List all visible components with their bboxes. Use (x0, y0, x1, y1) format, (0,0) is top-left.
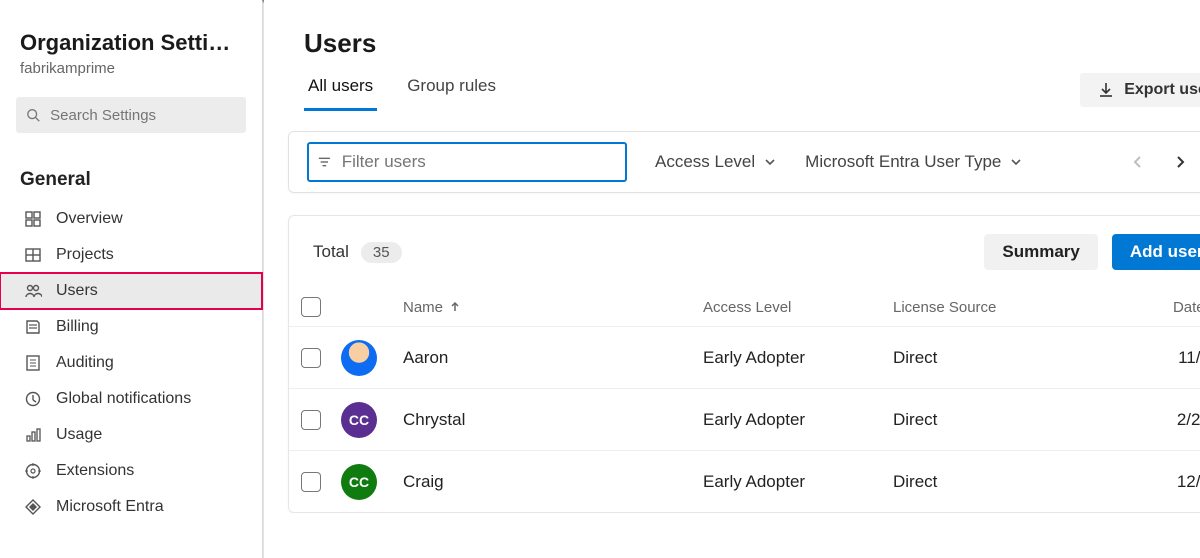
sidebar-item-label: Extensions (56, 462, 134, 480)
table-row[interactable]: Aaron Early Adopter Direct 11/22/20 (289, 326, 1200, 388)
sidebar-item-users[interactable]: Users (0, 273, 262, 309)
select-all-checkbox[interactable] (301, 297, 321, 317)
filter-users-input[interactable] (342, 152, 617, 172)
sidebar-item-microsoft-entra[interactable]: Microsoft Entra (0, 489, 262, 525)
user-access: Early Adopter (703, 410, 893, 430)
user-name: Aaron (403, 348, 703, 368)
avatar: CC (341, 464, 377, 500)
sidebar-title: Organization Settin… (20, 30, 242, 56)
page-title: Users (304, 28, 1200, 59)
row-checkbox[interactable] (301, 472, 321, 492)
user-access: Early Adopter (703, 472, 893, 492)
sidebar-nav: Overview Projects Users Billing Auditing… (0, 201, 262, 525)
column-date-added[interactable]: Date Adde (1083, 299, 1200, 316)
overview-icon (24, 210, 42, 228)
sidebar-item-label: Microsoft Entra (56, 498, 164, 516)
user-name: Chrystal (403, 410, 703, 430)
filter-entra-user-type[interactable]: Microsoft Entra User Type (805, 152, 1023, 172)
search-icon (26, 107, 40, 123)
filter-next-button[interactable] (1165, 147, 1195, 177)
row-checkbox[interactable] (301, 348, 321, 368)
filter-access-level[interactable]: Access Level (655, 152, 777, 172)
total-label: Total (313, 242, 349, 262)
usage-icon (24, 426, 42, 444)
user-license: Direct (893, 348, 1083, 368)
filter-access-level-label: Access Level (655, 152, 755, 172)
filter-icon (317, 154, 332, 170)
sidebar-item-label: Overview (56, 210, 123, 228)
sidebar-item-label: Billing (56, 318, 99, 336)
main-content: Users All users Group rules Export users (264, 0, 1200, 513)
users-grid-card: Total 35 Summary Add users Name A (288, 215, 1200, 513)
sidebar-subtitle: fabrikamprime (20, 60, 242, 77)
sidebar-item-label: Users (56, 282, 98, 300)
entra-icon (24, 498, 42, 516)
user-date: 11/22/20 (1083, 348, 1200, 368)
avatar (341, 340, 377, 376)
sidebar-item-global-notifications[interactable]: Global notifications (0, 381, 262, 417)
row-checkbox[interactable] (301, 410, 321, 430)
chevron-right-icon (1171, 153, 1189, 171)
summary-button[interactable]: Summary (984, 234, 1097, 270)
chevron-down-icon (763, 155, 777, 169)
sidebar-item-projects[interactable]: Projects (0, 237, 262, 273)
user-date: 12/8/202 (1083, 472, 1200, 492)
projects-icon (24, 246, 42, 264)
column-license-source[interactable]: License Source (893, 299, 1083, 316)
sidebar-item-label: Usage (56, 426, 102, 444)
chevron-left-icon (1129, 153, 1147, 171)
user-access: Early Adopter (703, 348, 893, 368)
total-count: 35 (361, 242, 402, 263)
user-license: Direct (893, 410, 1083, 430)
billing-icon (24, 318, 42, 336)
search-settings-input[interactable] (50, 107, 236, 124)
notifications-icon (24, 390, 42, 408)
sidebar-item-label: Auditing (56, 354, 114, 372)
user-name: Craig (403, 472, 703, 492)
table-row[interactable]: CC Craig Early Adopter Direct 12/8/202 (289, 450, 1200, 512)
sidebar-item-overview[interactable]: Overview (0, 201, 262, 237)
section-general-label: General (0, 145, 262, 201)
users-icon (24, 282, 42, 300)
column-name[interactable]: Name (403, 299, 443, 316)
sidebar-item-extensions[interactable]: Extensions (0, 453, 262, 489)
table-row[interactable]: CC Chrystal Early Adopter Direct 2/24/20… (289, 388, 1200, 450)
filter-users-input-wrap[interactable] (307, 142, 627, 182)
sort-ascending-icon (449, 301, 461, 313)
filter-entra-user-type-label: Microsoft Entra User Type (805, 152, 1001, 172)
table-header: Name Access Level License Source Date Ad… (289, 288, 1200, 326)
filter-bar: Access Level Microsoft Entra User Type (288, 131, 1200, 193)
tabs: All users Group rules (304, 76, 500, 111)
sidebar-item-label: Projects (56, 246, 114, 264)
tab-group-rules[interactable]: Group rules (403, 76, 500, 111)
filter-prev-button[interactable] (1123, 147, 1153, 177)
chevron-down-icon (1009, 155, 1023, 169)
export-users-button[interactable]: Export users (1080, 73, 1200, 107)
avatar: CC (341, 402, 377, 438)
user-license: Direct (893, 472, 1083, 492)
column-access-level[interactable]: Access Level (703, 299, 893, 316)
sidebar-item-auditing[interactable]: Auditing (0, 345, 262, 381)
auditing-icon (24, 354, 42, 372)
user-date: 2/24/202 (1083, 410, 1200, 430)
tab-all-users[interactable]: All users (304, 76, 377, 111)
search-settings-input-wrap[interactable] (16, 97, 246, 133)
download-icon (1098, 82, 1114, 98)
sidebar-item-billing[interactable]: Billing (0, 309, 262, 345)
extensions-icon (24, 462, 42, 480)
sidebar: Organization Settin… fabrikamprime Gener… (0, 0, 263, 558)
sidebar-item-label: Global notifications (56, 390, 191, 408)
add-users-button[interactable]: Add users (1112, 234, 1200, 270)
sidebar-item-usage[interactable]: Usage (0, 417, 262, 453)
export-users-label: Export users (1124, 81, 1200, 99)
